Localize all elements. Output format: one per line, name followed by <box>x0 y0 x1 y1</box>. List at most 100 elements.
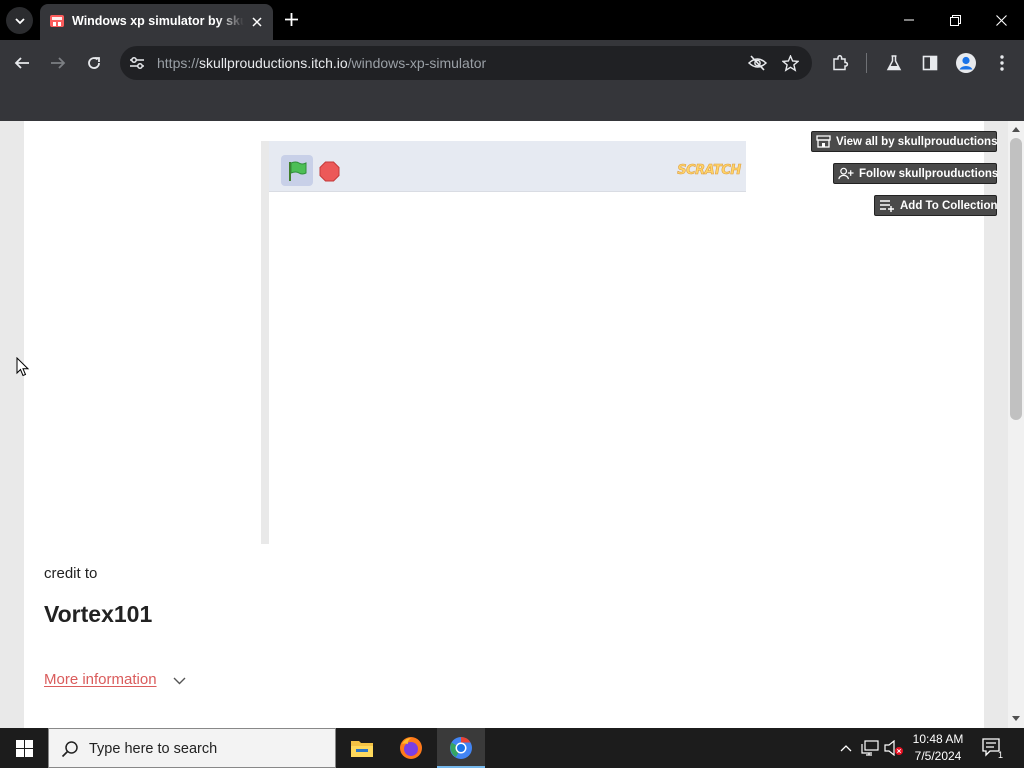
show-hidden-icons-button[interactable] <box>836 738 856 758</box>
menu-button[interactable] <box>986 47 1018 79</box>
back-button[interactable] <box>6 47 38 79</box>
taskbar-app-firefox[interactable] <box>387 728 435 768</box>
minimize-icon <box>904 19 914 21</box>
green-flag-icon <box>289 161 307 181</box>
mouse-cursor-icon <box>16 357 30 377</box>
close-window-button[interactable] <box>978 0 1024 40</box>
chevron-down-icon <box>14 17 25 24</box>
chrome-icon <box>450 737 472 759</box>
restore-icon <box>949 14 961 26</box>
volume-tray-button[interactable] <box>884 738 904 758</box>
tab-title: Windows xp simulator by skullprouduction… <box>72 14 244 28</box>
close-icon <box>251 16 262 27</box>
windows-logo-icon <box>15 739 33 757</box>
volume-muted-icon <box>884 740 903 756</box>
bookmark-star-button[interactable] <box>780 53 800 73</box>
tune-icon <box>130 57 144 69</box>
minimize-button[interactable] <box>886 0 932 40</box>
notification-count: 1 <box>998 750 1003 759</box>
scratch-logo-text: SCRATCH <box>677 162 742 178</box>
follow-label: Follow skullprouductions <box>859 167 999 180</box>
tab-search-button[interactable] <box>6 7 33 34</box>
stop-sign-icon <box>319 161 339 181</box>
star-icon <box>781 54 799 72</box>
playlist-add-icon <box>879 199 895 213</box>
network-icon <box>861 740 879 756</box>
restore-button[interactable] <box>932 0 978 40</box>
tracking-protection-button[interactable] <box>747 54 767 72</box>
avatar-icon <box>956 53 976 73</box>
extensions-button[interactable] <box>824 47 856 79</box>
arrow-left-icon <box>14 57 29 69</box>
scroll-down-button[interactable] <box>1008 713 1024 725</box>
url-text[interactable]: https://skullprouductions.itch.io/window… <box>157 55 486 71</box>
close-icon <box>995 14 1007 26</box>
scrollbar-thumb[interactable] <box>1010 138 1022 420</box>
triangle-up-icon <box>1012 127 1020 132</box>
triangle-down-icon <box>1012 716 1020 721</box>
store-icon <box>816 135 831 149</box>
reload-button[interactable] <box>78 47 110 79</box>
scroll-up-button[interactable] <box>1008 123 1024 135</box>
chevron-up-icon <box>840 745 852 752</box>
itchio-favicon-icon <box>50 15 64 27</box>
url-path: /windows-xp-simulator <box>347 55 487 71</box>
windows-taskbar: Type here to search 10:48 AM 7/5/2024 1 <box>0 728 1024 768</box>
labs-button[interactable] <box>878 47 910 79</box>
address-bar[interactable]: https://skullprouductions.itch.io/window… <box>120 46 812 80</box>
clock-time: 10:48 AM <box>912 732 964 746</box>
notification-icon: 1 <box>982 738 1003 759</box>
follow-button[interactable]: Follow skullprouductions <box>833 163 999 184</box>
game-embed[interactable]: SCRATCH <box>261 141 746 544</box>
search-placeholder: Type here to search <box>89 741 218 757</box>
view-all-label: View all by skullprouductions <box>836 135 998 148</box>
site-info-button[interactable] <box>128 54 146 72</box>
arrow-right-icon <box>51 57 66 69</box>
eye-off-icon <box>747 55 767 71</box>
taskbar-app-file-explorer[interactable] <box>338 728 386 768</box>
start-button[interactable] <box>0 728 48 768</box>
green-flag-button[interactable] <box>281 155 313 186</box>
new-tab-button[interactable] <box>281 9 302 30</box>
page-content: SCRATCH View all by skullprouductions Fo… <box>24 121 998 728</box>
page-scrollbar[interactable] <box>1008 121 1024 728</box>
plus-icon <box>285 13 298 26</box>
network-tray-button[interactable] <box>860 738 880 758</box>
profile-button[interactable] <box>950 47 982 79</box>
clock-date: 7/5/2024 <box>914 749 962 763</box>
puzzle-icon <box>833 54 849 71</box>
add-to-collection-label: Add To Collection <box>900 199 998 212</box>
forward-button[interactable] <box>42 47 74 79</box>
taskbar-search-box[interactable]: Type here to search <box>48 728 336 768</box>
side-panel-button[interactable] <box>914 47 946 79</box>
reload-icon <box>88 57 100 69</box>
url-scheme: https:// <box>157 55 200 71</box>
tab-close-button[interactable] <box>248 13 265 30</box>
browser-toolbar: https://skullprouductions.itch.io/window… <box>0 40 1024 86</box>
game-embed-border <box>261 141 269 544</box>
taskbar-clock[interactable]: 10:48 AM 7/5/2024 <box>906 731 970 765</box>
add-to-collection-button[interactable]: Add To Collection <box>874 195 998 216</box>
web-page: SCRATCH View all by skullprouductions Fo… <box>0 121 1008 728</box>
more-information-link[interactable]: More information <box>44 671 157 688</box>
scratch-logo: SCRATCH <box>677 160 742 180</box>
browser-tab-strip: Windows xp simulator by skullprouduction… <box>0 0 1024 40</box>
more-vertical-icon <box>1000 55 1004 71</box>
toolbar-separator <box>866 53 867 73</box>
notification-center-button[interactable]: 1 <box>980 736 1006 760</box>
url-host: skullprouductions.itch.io <box>199 55 348 71</box>
search-icon <box>61 740 79 758</box>
browser-tab[interactable]: Windows xp simulator by skullprouduction… <box>40 4 273 40</box>
taskbar-app-chrome[interactable] <box>437 728 485 768</box>
scratch-controls-bar: SCRATCH <box>269 141 746 192</box>
flask-icon <box>886 55 902 71</box>
chevron-down-icon[interactable] <box>172 675 186 687</box>
view-all-button[interactable]: View all by skullprouductions <box>811 131 997 152</box>
side-panel-icon <box>922 55 938 71</box>
firefox-icon <box>400 737 422 759</box>
bookmarks-bar <box>0 86 1024 121</box>
folder-icon <box>351 741 373 757</box>
credit-name-heading: Vortex101 <box>44 601 153 627</box>
user-plus-icon <box>838 167 854 181</box>
stop-button[interactable] <box>318 160 340 182</box>
